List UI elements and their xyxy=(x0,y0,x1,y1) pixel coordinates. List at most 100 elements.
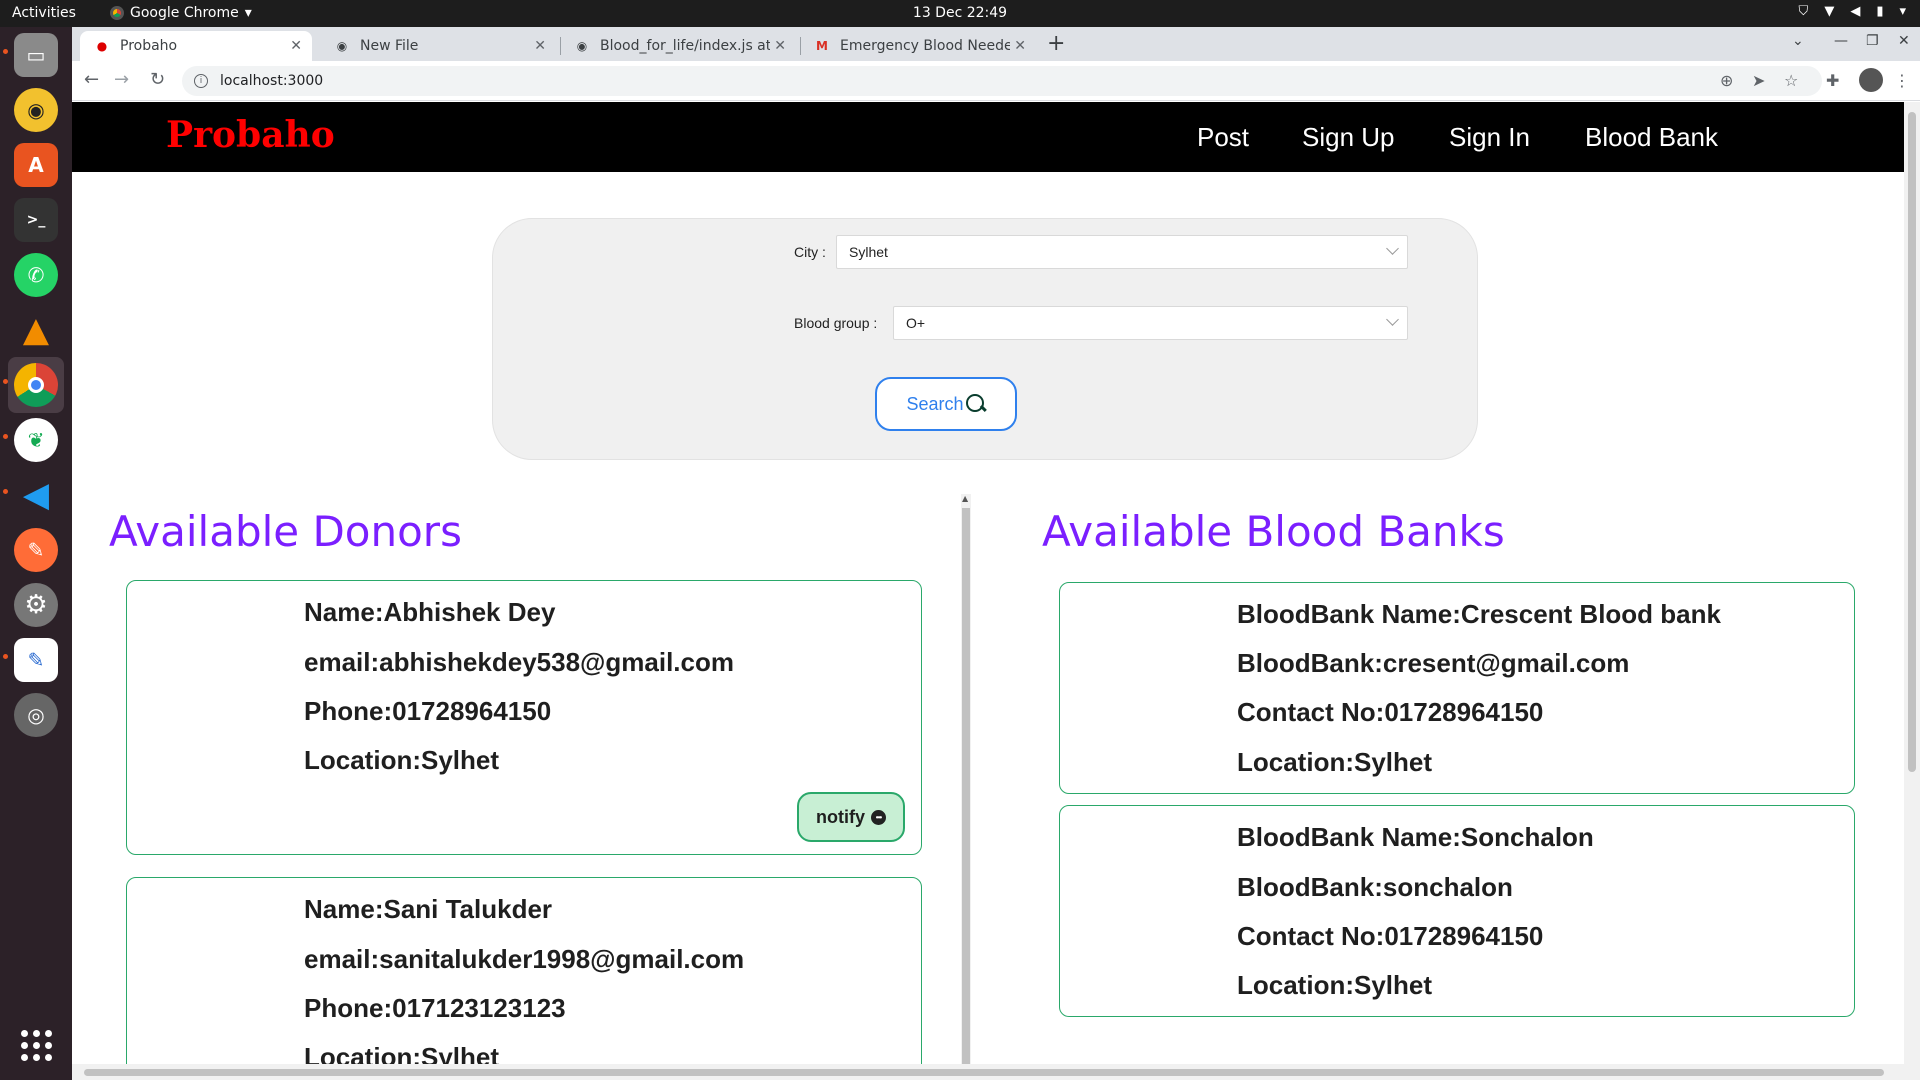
zoom-icon[interactable]: ⊕ xyxy=(1720,71,1733,90)
gear-icon: ⚙ xyxy=(14,583,58,627)
blood-bank-location: Location:Sylhet xyxy=(1237,747,1433,777)
page-horizontal-scroll-thumb[interactable] xyxy=(84,1069,1884,1076)
send-tab-icon[interactable]: ➤ xyxy=(1752,71,1765,90)
notify-button-label: notify xyxy=(816,806,865,827)
tab-search-icon[interactable]: ⌄ xyxy=(1792,33,1804,49)
url-text: localhost:3000 xyxy=(220,73,324,89)
reload-button[interactable]: ↻ xyxy=(150,69,165,90)
blood-bank-card: BloodBank Name:Crescent Blood bank Blood… xyxy=(1059,582,1855,794)
app-menu-label: Google Chrome xyxy=(130,5,239,21)
apps-grid-icon xyxy=(20,1029,52,1061)
chrome-dock-icon[interactable] xyxy=(8,357,64,413)
blood-group-select[interactable]: O+ xyxy=(893,306,1408,340)
system-top-bar: Activities Google Chrome ▾ 13 Dec 22:49 … xyxy=(0,0,1920,27)
terminal-dock-icon[interactable]: >_ xyxy=(8,192,64,248)
chrome-menu-icon[interactable]: ⋮ xyxy=(1894,71,1910,90)
tab-strip: ● Probaho ✕ ◉ New File ✕ ◉ Blood_for_lif… xyxy=(72,27,1920,61)
close-tab-icon[interactable]: ✕ xyxy=(534,38,546,54)
page-viewport: Probaho Post Sign Up Sign In Blood Bank … xyxy=(72,102,1920,1080)
whatsapp-dock-icon[interactable]: ✆ xyxy=(8,247,64,303)
text-editor-dock-icon[interactable]: ✎ xyxy=(8,632,64,688)
site-brand[interactable]: Probaho xyxy=(166,114,335,156)
page-horizontal-scrollbar[interactable] xyxy=(72,1064,1920,1080)
vscode-dock-icon[interactable]: ◀ xyxy=(8,467,64,523)
city-select-value: Sylhet xyxy=(849,244,888,260)
github-icon: ◉ xyxy=(576,39,588,53)
site-info-icon[interactable]: i xyxy=(194,74,208,88)
app-menu[interactable]: Google Chrome ▾ xyxy=(110,5,252,21)
donor-email: email:abhishekdey538@gmail.com xyxy=(304,647,734,677)
tab-probaho[interactable]: ● Probaho ✕ xyxy=(80,31,312,61)
power-menu-icon: ▾ xyxy=(1899,4,1906,19)
nav-sign-in[interactable]: Sign In xyxy=(1449,122,1530,153)
terminal-icon: >_ xyxy=(14,198,58,242)
maximize-button[interactable]: ❐ xyxy=(1866,33,1879,49)
dock: ▭ ◉ A >_ ✆ ▲ ❦ ◀ ✎ ⚙ ✎ ◎ xyxy=(0,27,72,1080)
software-store-icon: A xyxy=(14,143,58,187)
postman-icon: ✎ xyxy=(14,528,58,572)
close-window-button[interactable]: ✕ xyxy=(1898,33,1910,49)
notify-button[interactable]: notify ••• xyxy=(797,792,905,842)
clock[interactable]: 13 Dec 22:49 xyxy=(0,5,1920,21)
scroll-up-arrow-icon[interactable]: ▲ xyxy=(962,494,968,503)
activities-button[interactable]: Activities xyxy=(12,5,76,21)
minimize-button[interactable]: — xyxy=(1834,33,1848,49)
chat-bubble-icon: ••• xyxy=(871,809,886,825)
page-vertical-scroll-thumb[interactable] xyxy=(1908,112,1916,772)
profile-avatar[interactable] xyxy=(1859,68,1883,92)
donors-section-title: Available Donors xyxy=(109,507,462,556)
close-tab-icon[interactable]: ✕ xyxy=(774,38,786,54)
battery-icon: ▮ xyxy=(1876,4,1884,19)
show-applications-button[interactable] xyxy=(8,1017,64,1073)
postman-dock-icon[interactable]: ✎ xyxy=(8,522,64,578)
files-dock-icon[interactable]: ▭ xyxy=(8,27,64,83)
donor-phone: Phone:017123123123 xyxy=(304,993,566,1023)
close-tab-icon[interactable]: ✕ xyxy=(290,38,302,54)
donor-list-scrollbar[interactable]: ▲ xyxy=(961,494,971,1064)
nav-sign-up[interactable]: Sign Up xyxy=(1302,122,1395,153)
mongodb-compass-dock-icon[interactable]: ❦ xyxy=(8,412,64,468)
nav-blood-bank[interactable]: Blood Bank xyxy=(1585,122,1718,153)
site-navbar: Probaho Post Sign Up Sign In Blood Bank xyxy=(72,102,1904,172)
blood-bank-email: BloodBank:cresent@gmail.com xyxy=(1237,648,1630,678)
extensions-puzzle-icon[interactable]: ✚ xyxy=(1826,71,1839,90)
settings-dock-icon[interactable]: ⚙ xyxy=(8,577,64,633)
nav-post[interactable]: Post xyxy=(1197,122,1249,153)
address-bar[interactable]: i localhost:3000 xyxy=(182,66,1822,96)
disc-dock-icon[interactable]: ◎ xyxy=(8,687,64,743)
volume-icon: ◀ xyxy=(1850,4,1861,19)
vlc-dock-icon[interactable]: ▲ xyxy=(8,302,64,358)
search-button[interactable]: Search xyxy=(875,377,1017,431)
text-editor-icon: ✎ xyxy=(14,638,58,682)
speaker-icon: ◉ xyxy=(14,88,58,132)
close-tab-icon[interactable]: ✕ xyxy=(1014,38,1026,54)
software-dock-icon[interactable]: A xyxy=(8,137,64,193)
blood-group-select-value: O+ xyxy=(906,315,926,331)
forward-button[interactable]: → xyxy=(114,69,129,90)
new-tab-button[interactable]: + xyxy=(1047,31,1065,56)
blood-bank-name: BloodBank Name:Crescent Blood bank xyxy=(1237,599,1721,629)
bookmark-star-icon[interactable]: ☆ xyxy=(1784,71,1798,90)
vlc-cone-icon: ▲ xyxy=(22,310,50,350)
tab-gmail[interactable]: M Emergency Blood Needed ✕ xyxy=(800,31,1036,61)
caret-down-icon: ▾ xyxy=(244,5,252,21)
donor-phone: Phone:01728964150 xyxy=(304,696,552,726)
back-button[interactable]: ← xyxy=(84,69,99,90)
blood-bank-contact: Contact No:01728964150 xyxy=(1237,697,1544,727)
chrome-icon xyxy=(14,363,58,407)
wifi-icon: ▼ xyxy=(1824,4,1835,19)
blood-bank-email: BloodBank:sonchalon xyxy=(1237,872,1513,902)
donor-list-scroll-thumb[interactable] xyxy=(962,508,970,1064)
rhythmbox-dock-icon[interactable]: ◉ xyxy=(8,82,64,138)
page-vertical-scrollbar[interactable] xyxy=(1904,102,1920,1064)
donor-card: Name:Sani Talukder email:sanitalukder199… xyxy=(126,877,922,1080)
tab-github-index[interactable]: ◉ Blood_for_life/index.js at ✕ xyxy=(560,31,796,61)
system-tray[interactable]: ⛉ ▼ ◀ ▮ ▾ xyxy=(1799,4,1906,19)
tab-title: Emergency Blood Needed xyxy=(840,38,1010,54)
chevron-down-icon xyxy=(1386,242,1399,255)
donor-email: email:sanitalukder1998@gmail.com xyxy=(304,944,745,974)
tab-title: Blood_for_life/index.js at xyxy=(600,38,770,54)
tab-new-file[interactable]: ◉ New File ✕ xyxy=(320,31,556,61)
blood-bank-name: BloodBank Name:Sonchalon xyxy=(1237,822,1594,852)
city-select[interactable]: Sylhet xyxy=(836,235,1408,269)
